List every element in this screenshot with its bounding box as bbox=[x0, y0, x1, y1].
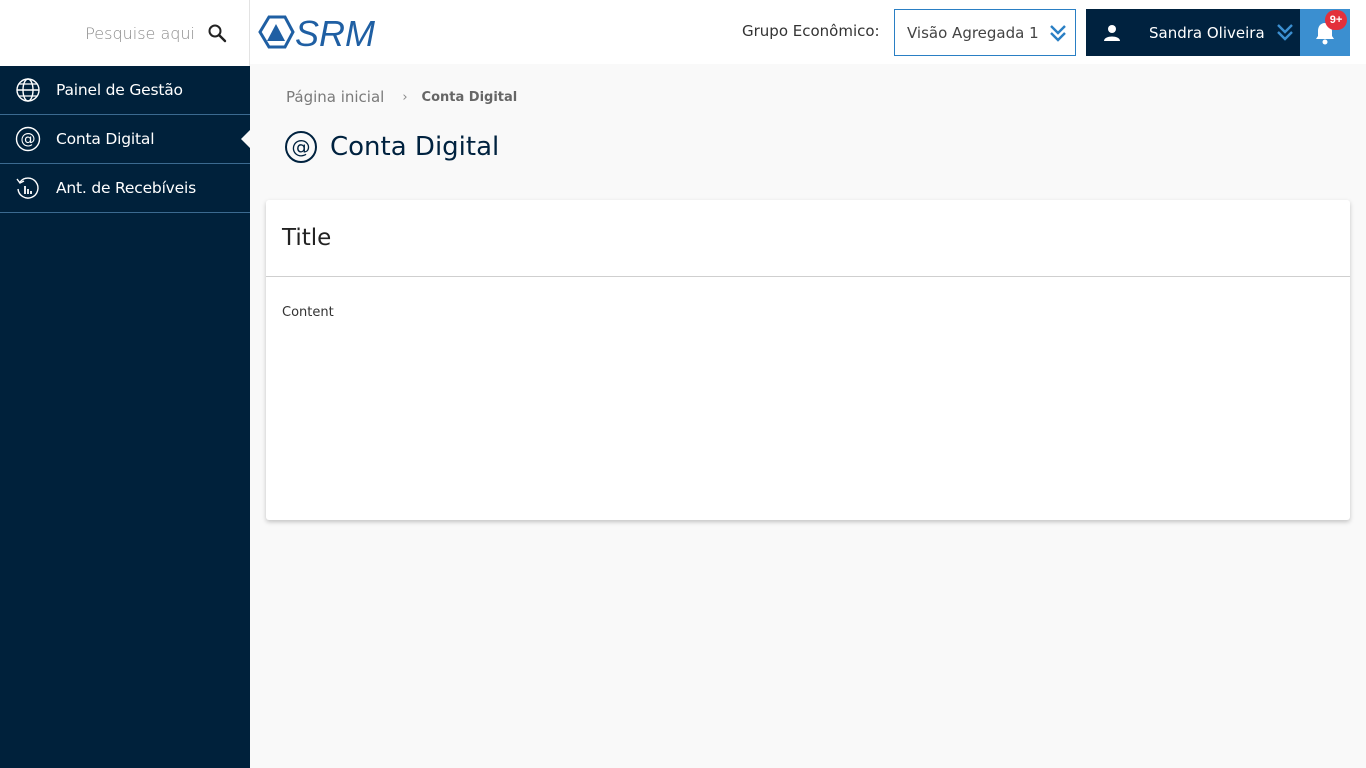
notification-badge: 9+ bbox=[1325, 10, 1347, 30]
globe-icon bbox=[15, 77, 41, 103]
sidebar-item-painel-de-gestao[interactable]: Painel de Gestão bbox=[0, 66, 250, 115]
user-menu[interactable]: Sandra Oliveira bbox=[1086, 9, 1300, 56]
sidebar-item-label: Painel de Gestão bbox=[56, 81, 183, 99]
sidebar-item-label: Conta Digital bbox=[56, 130, 155, 148]
at-sign-icon: @ bbox=[284, 130, 318, 164]
group-select-value: Visão Agregada 1 bbox=[907, 23, 1039, 42]
sidebar: Painel de Gestão @ Conta Digital Ant. de… bbox=[0, 66, 250, 768]
card-content: Content bbox=[282, 305, 334, 320]
sidebar-item-ant-de-recebiveis[interactable]: Ant. de Recebíveis bbox=[0, 164, 250, 213]
breadcrumb: Página inicial › Conta Digital bbox=[286, 88, 517, 106]
double-chevron-down-icon bbox=[1049, 23, 1067, 43]
user-name: Sandra Oliveira bbox=[1149, 23, 1265, 42]
sidebar-item-conta-digital[interactable]: @ Conta Digital bbox=[0, 115, 250, 164]
page-title-row: @ Conta Digital bbox=[284, 130, 499, 164]
at-sign-icon: @ bbox=[15, 126, 41, 152]
search-box[interactable]: Pesquise aqui bbox=[0, 0, 250, 66]
page-title: Conta Digital bbox=[330, 132, 500, 162]
history-chart-icon bbox=[15, 175, 41, 201]
svg-text:@: @ bbox=[292, 136, 311, 158]
user-icon bbox=[1102, 23, 1122, 43]
search-input[interactable]: Pesquise aqui bbox=[85, 24, 195, 43]
breadcrumb-separator: › bbox=[402, 89, 408, 105]
search-icon[interactable] bbox=[207, 23, 227, 43]
logo-text: SRM bbox=[295, 14, 375, 50]
content-card: Title Content bbox=[266, 200, 1350, 520]
sidebar-item-label: Ant. de Recebíveis bbox=[56, 179, 196, 197]
svg-text:@: @ bbox=[21, 130, 36, 148]
double-chevron-down-icon bbox=[1276, 22, 1294, 42]
notifications-button[interactable]: 9+ bbox=[1300, 9, 1350, 56]
srm-logo[interactable]: SRM bbox=[258, 13, 400, 54]
top-header: SRM Grupo Econômico: Visão Agregada 1 Sa… bbox=[250, 0, 1366, 64]
group-label: Grupo Econômico: bbox=[742, 22, 880, 40]
card-title: Title bbox=[266, 200, 1350, 277]
breadcrumb-home-link[interactable]: Página inicial bbox=[286, 88, 384, 106]
breadcrumb-current: Conta Digital bbox=[421, 89, 518, 105]
group-select[interactable]: Visão Agregada 1 bbox=[894, 9, 1076, 56]
